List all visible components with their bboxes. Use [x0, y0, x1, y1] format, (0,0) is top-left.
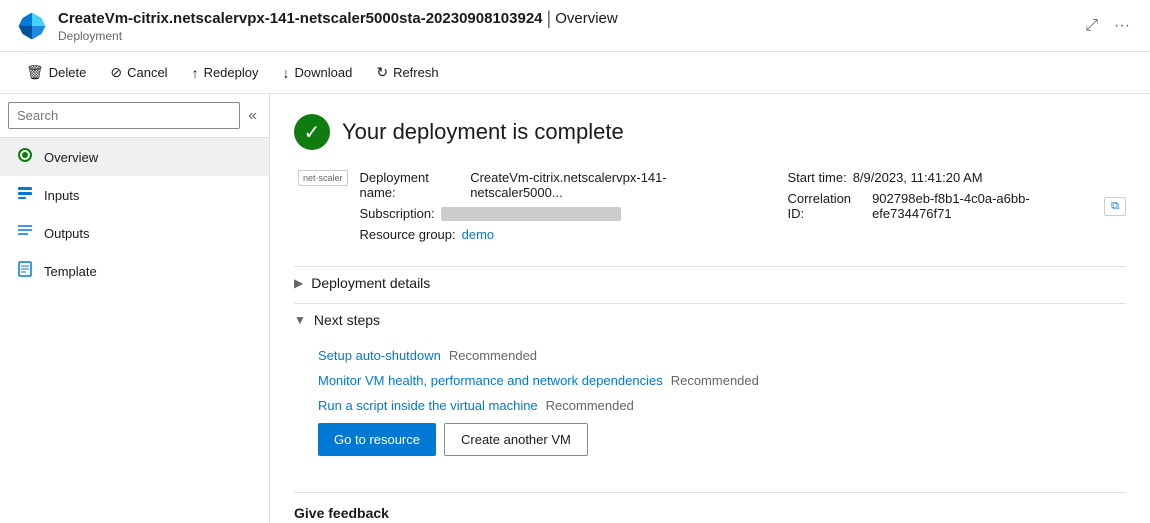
- next-steps-content: Setup auto-shutdown Recommended Monitor …: [294, 336, 1126, 472]
- step-run-script: Run a script inside the virtual machine …: [318, 398, 1126, 413]
- resource-group-link[interactable]: demo: [462, 227, 495, 242]
- delete-button[interactable]: 🗑 Delete: [16, 58, 96, 87]
- header-section: Overview: [555, 10, 618, 27]
- deployment-header: ✓ Your deployment is complete: [294, 114, 1126, 150]
- step-auto-shutdown: Setup auto-shutdown Recommended: [318, 348, 1126, 363]
- search-input[interactable]: [8, 102, 240, 129]
- deployment-title: Your deployment is complete: [342, 119, 624, 145]
- deployment-details-chevron: ▶: [294, 276, 303, 290]
- pin-button[interactable]: ⤢: [1081, 13, 1102, 39]
- header-icons: ⤢ ···: [1081, 13, 1134, 39]
- sidebar-item-overview[interactable]: Overview: [0, 138, 269, 176]
- info-left: Deployment name: CreateVm-citrix.netscal…: [360, 170, 748, 242]
- resource-group-row: Resource group: demo: [360, 227, 748, 242]
- download-icon: ↓: [283, 65, 290, 81]
- cancel-icon: ⊘: [110, 64, 122, 81]
- inputs-icon: [16, 185, 34, 205]
- page-title: CreateVm-citrix.netscalervpx-141-netscal…: [58, 10, 543, 27]
- auto-shutdown-link[interactable]: Setup auto-shutdown: [318, 348, 441, 363]
- action-buttons: Go to resource Create another VM: [318, 423, 1126, 456]
- go-to-resource-button[interactable]: Go to resource: [318, 423, 436, 456]
- next-steps-section[interactable]: ▼ Next steps: [294, 303, 1126, 336]
- header-divider: |: [547, 8, 552, 29]
- info-right: Start time: 8/9/2023, 11:41:20 AM Correl…: [787, 170, 1126, 242]
- top-header: CreateVm-citrix.netscalervpx-141-netscal…: [0, 0, 1150, 52]
- azure-logo: [16, 10, 48, 42]
- correlation-id-row: Correlation ID: 902798eb-f8b1-4c0a-a6bb-…: [787, 191, 1126, 221]
- create-another-button[interactable]: Create another VM: [444, 423, 588, 456]
- download-button[interactable]: ↓ Download: [273, 59, 363, 87]
- step-monitor-vm: Monitor VM health, performance and netwo…: [318, 373, 1126, 388]
- feedback-title: Give feedback: [294, 505, 1126, 521]
- netscaler-logo: net·scaler: [298, 170, 348, 186]
- sidebar-collapse-button[interactable]: «: [244, 103, 261, 129]
- deployment-name-row: Deployment name: CreateVm-citrix.netscal…: [360, 170, 748, 200]
- next-steps-chevron: ▼: [294, 313, 306, 327]
- overview-icon: [16, 147, 34, 167]
- monitor-vm-link[interactable]: Monitor VM health, performance and netwo…: [318, 373, 663, 388]
- content-area: ✓ Your deployment is complete net·scaler…: [270, 94, 1150, 523]
- feedback-section: Give feedback ☺ Tell us about your exper…: [294, 492, 1126, 523]
- sidebar-item-template[interactable]: Template: [0, 252, 269, 290]
- sidebar: « Overview Inputs Outputs Template: [0, 94, 270, 523]
- subscription-row: Subscription:: [360, 206, 748, 221]
- refresh-button[interactable]: ↻ Refresh: [366, 58, 448, 87]
- cancel-button[interactable]: ⊘ Cancel: [100, 58, 177, 87]
- header-subtitle: Deployment: [58, 29, 618, 43]
- copy-correlation-id-button[interactable]: ⧉: [1104, 197, 1126, 216]
- header-title-group: CreateVm-citrix.netscalervpx-141-netscal…: [58, 8, 618, 43]
- deployment-details-section[interactable]: ▶ Deployment details: [294, 266, 1126, 299]
- main-layout: « Overview Inputs Outputs Template: [0, 94, 1150, 523]
- start-time-row: Start time: 8/9/2023, 11:41:20 AM: [787, 170, 1126, 185]
- template-icon: [16, 261, 34, 281]
- outputs-icon: [16, 223, 34, 243]
- delete-icon: 🗑: [26, 64, 44, 81]
- run-script-link[interactable]: Run a script inside the virtual machine: [318, 398, 538, 413]
- toolbar: 🗑 Delete ⊘ Cancel ↑ Redeploy ↓ Download …: [0, 52, 1150, 94]
- sidebar-item-outputs[interactable]: Outputs: [0, 214, 269, 252]
- deployment-info: net·scaler Deployment name: CreateVm-cit…: [294, 170, 1126, 242]
- success-icon: ✓: [294, 114, 330, 150]
- sidebar-search-container: «: [0, 94, 269, 138]
- more-options-button[interactable]: ···: [1110, 13, 1134, 39]
- refresh-icon: ↻: [376, 64, 388, 81]
- subscription-value: [441, 207, 621, 221]
- redeploy-icon: ↑: [192, 65, 199, 81]
- redeploy-button[interactable]: ↑ Redeploy: [182, 59, 269, 87]
- sidebar-item-inputs[interactable]: Inputs: [0, 176, 269, 214]
